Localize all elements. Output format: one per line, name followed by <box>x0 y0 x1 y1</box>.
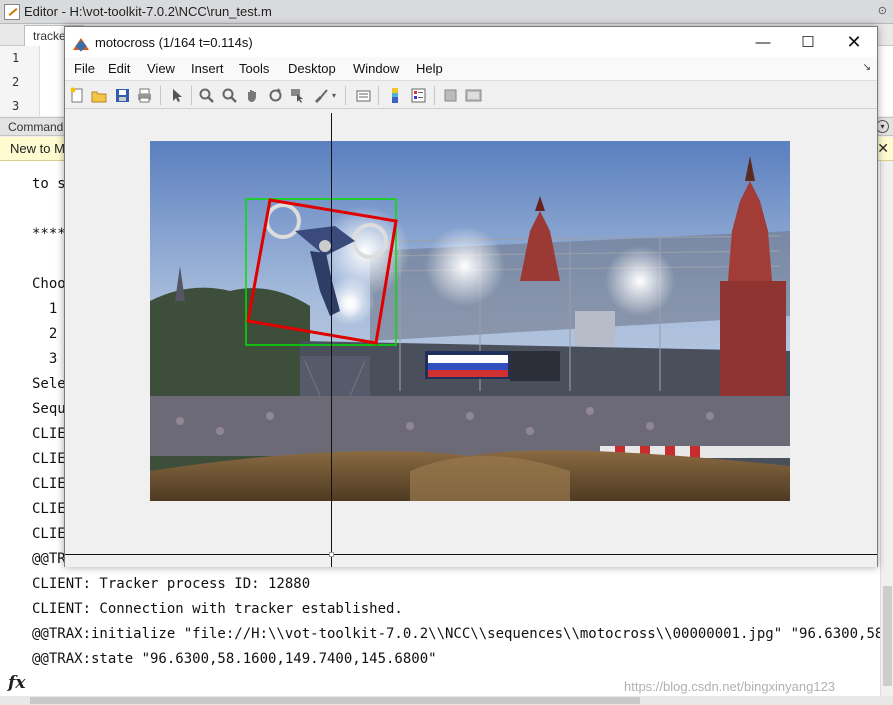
command-output-line: to s <box>32 176 66 192</box>
line-number: 1 <box>12 51 20 65</box>
scrollbar-thumb[interactable] <box>883 586 892 686</box>
matlab-desktop: Editor - H:\vot-toolkit-7.0.2\NCC\run_te… <box>0 0 893 705</box>
menu-view[interactable]: View <box>147 61 175 76</box>
brush-dropdown-icon[interactable]: ▾ <box>330 87 338 104</box>
show-plot-tools-icon[interactable] <box>465 87 482 104</box>
crosshair-horizontal <box>65 554 877 555</box>
command-output-line: CLIE <box>32 501 66 517</box>
command-output-line: CLIENT: Connection with tracker establis… <box>32 601 403 617</box>
line-number: 2 <box>12 75 20 89</box>
maximize-icon[interactable]: ☐ <box>785 27 831 57</box>
close-icon[interactable]: ✕ <box>877 140 889 157</box>
figure-toolbar: ▾ <box>65 81 877 109</box>
toolbar-separator <box>378 86 379 105</box>
print-icon[interactable] <box>136 87 153 104</box>
figure-window: motocross (1/164 t=0.114s) — ☐ ✕ File Ed… <box>64 26 878 567</box>
menu-insert[interactable]: Insert <box>191 61 224 76</box>
info-bar-text[interactable]: New to M <box>10 141 65 156</box>
colorbar-icon[interactable] <box>387 87 404 104</box>
editor-icon <box>4 3 20 20</box>
command-output-line: CLIE <box>32 451 66 467</box>
vertical-scrollbar[interactable] <box>880 161 893 696</box>
toolbar-separator <box>191 86 192 105</box>
legend-icon[interactable] <box>410 87 427 104</box>
new-figure-icon[interactable] <box>69 87 86 104</box>
line-number: 3 <box>12 99 20 113</box>
menu-desktop[interactable]: Desktop <box>288 61 336 76</box>
zoom-out-icon[interactable] <box>221 87 238 104</box>
editor-title-bar: Editor - H:\vot-toolkit-7.0.2\NCC\run_te… <box>0 0 893 24</box>
close-icon[interactable]: ✕ <box>831 27 877 57</box>
function-browser-icon[interactable]: fx <box>8 673 25 693</box>
crosshair-center[interactable] <box>329 552 334 557</box>
minimize-icon[interactable]: — <box>740 27 786 57</box>
horizontal-scrollbar[interactable] <box>0 696 893 705</box>
motocross-frame-image <box>150 141 790 501</box>
command-output-line: Choo <box>32 276 66 292</box>
command-output-line: @@TRAX:initialize "file://H:\\vot-toolki… <box>32 626 893 642</box>
toolbar-separator <box>160 86 161 105</box>
pan-icon[interactable] <box>244 87 261 104</box>
save-icon[interactable] <box>114 87 131 104</box>
command-output-line: 3 <box>32 351 58 367</box>
figure-title: motocross (1/164 t=0.114s) <box>95 34 253 50</box>
menu-edit[interactable]: Edit <box>108 61 130 76</box>
command-output-line: CLIENT: Tracker process ID: 12880 <box>32 576 311 592</box>
menu-help[interactable]: Help <box>416 61 443 76</box>
command-output-line: @@TRAX:state "96.6300,58.1600,149.7400,1… <box>32 651 437 667</box>
matlab-logo-icon <box>73 34 89 50</box>
menu-tools[interactable]: Tools <box>239 61 269 76</box>
open-file-icon[interactable] <box>91 87 108 104</box>
figure-menu-bar: File Edit View Insert Tools Desktop Wind… <box>65 57 877 81</box>
dropdown-icon[interactable]: ⊙ <box>878 4 887 17</box>
toolbar-separator <box>434 86 435 105</box>
rotate-icon[interactable] <box>267 87 284 104</box>
command-output-line: Sele <box>32 376 66 392</box>
scrollbar-thumb[interactable] <box>30 697 640 704</box>
toolbar-separator <box>345 86 346 105</box>
hide-plot-tools-icon[interactable] <box>442 87 459 104</box>
watermark: https://blog.csdn.net/bingxinyang123 <box>624 679 836 694</box>
editor-line-gutter: 1 2 3 <box>0 46 40 116</box>
command-output-line: 1 <box>32 301 58 317</box>
link-icon[interactable] <box>355 87 372 104</box>
command-output-line: CLIE <box>32 426 66 442</box>
data-cursor-icon[interactable] <box>289 87 306 104</box>
command-window-title: Command <box>8 120 64 134</box>
editor-title: Editor - H:\vot-toolkit-7.0.2\NCC\run_te… <box>24 4 272 19</box>
zoom-in-icon[interactable] <box>198 87 215 104</box>
menu-window[interactable]: Window <box>353 61 399 76</box>
editor-title-controls[interactable]: ⊙ <box>878 4 887 17</box>
command-output-line: 2 <box>32 326 58 342</box>
edit-plot-icon[interactable] <box>168 87 185 104</box>
menu-file[interactable]: File <box>74 61 95 76</box>
crosshair-vertical <box>331 113 332 567</box>
brush-icon[interactable] <box>312 87 329 104</box>
figure-canvas[interactable] <box>65 109 877 567</box>
command-output-line: CLIE <box>32 526 66 542</box>
command-output-line: **** <box>32 226 66 242</box>
command-output-line: @@TR <box>32 551 66 567</box>
video-frame <box>150 141 790 501</box>
command-output-line: Sequ <box>32 401 66 417</box>
command-output-line: CLIE <box>32 476 66 492</box>
menu-dock-arrow-icon[interactable]: ↘ <box>863 62 871 73</box>
figure-title-bar: motocross (1/164 t=0.114s) — ☐ ✕ <box>65 27 877 57</box>
